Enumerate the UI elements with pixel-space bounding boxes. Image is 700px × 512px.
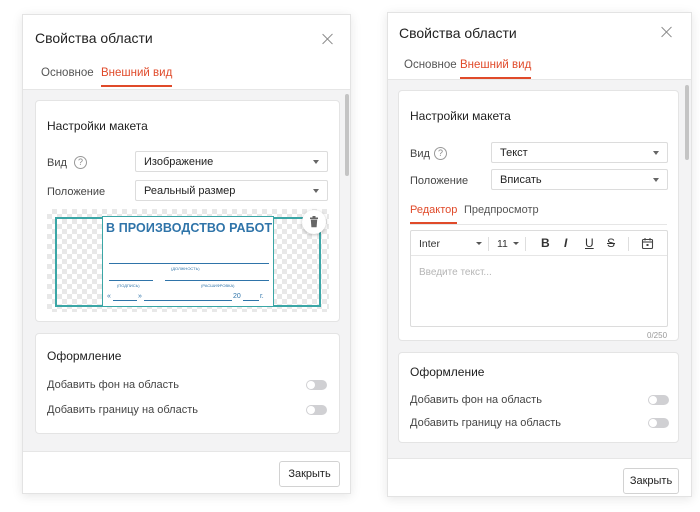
section-title: Настройки макета	[410, 109, 511, 123]
close-icon[interactable]	[661, 26, 673, 38]
trash-icon	[310, 216, 318, 228]
tab-preview[interactable]: Предпросмотр	[464, 204, 539, 222]
stamp-caption-position: (ДОЛЖНОСТЬ)	[171, 266, 200, 271]
position-select-value: Реальный размер	[144, 185, 236, 197]
position-select-value: Вписать	[500, 174, 542, 186]
toolbar-divider	[488, 237, 489, 251]
border-toggle-label: Добавить границу на область	[410, 417, 561, 429]
section-title: Оформление	[47, 349, 122, 363]
help-icon[interactable]: ?	[74, 156, 87, 169]
tab-appearance[interactable]: Внешний вид	[460, 59, 532, 79]
font-family-select[interactable]: Inter	[419, 238, 440, 250]
position-label: Положение	[410, 175, 469, 187]
footer-divider	[23, 451, 350, 452]
bg-toggle[interactable]	[306, 380, 327, 390]
tab-general[interactable]: Основное	[41, 67, 94, 85]
editor-toolbar: Inter 11 B I U S	[411, 231, 667, 256]
char-counter: 0/250	[647, 331, 668, 340]
position-select[interactable]: Вписать	[491, 169, 668, 190]
help-icon[interactable]: ?	[434, 147, 447, 160]
section-title: Оформление	[410, 365, 485, 379]
calendar-icon[interactable]	[641, 237, 654, 250]
stamp-year-suffix: г.	[260, 293, 264, 300]
stamp-date-close: »	[138, 293, 142, 300]
editor-placeholder[interactable]: Введите текст...	[419, 267, 492, 278]
stamp-caption-decoding: (РАСШИФРОВКА)	[201, 283, 235, 288]
layout-settings-card: Настройки макета Вид ? Изображение Полож…	[35, 100, 340, 322]
close-icon[interactable]	[322, 33, 334, 45]
chevron-down-icon	[313, 189, 319, 193]
chevron-down-icon	[653, 178, 659, 182]
stamp-year-prefix: 20	[233, 293, 241, 300]
layout-settings-card: Настройки макета Вид ? Текст Положение В…	[398, 90, 679, 341]
delete-image-button[interactable]	[302, 210, 326, 234]
subtabs-divider	[410, 224, 667, 225]
border-toggle[interactable]	[648, 418, 669, 428]
stamp-image: В ПРОИЗВОДСТВО РАБОТ (ДОЛЖНОСТЬ) (ПОДПИС…	[102, 216, 274, 307]
stamp-line	[165, 280, 269, 281]
dialog-body: Настройки макета Вид ? Текст Положение В…	[388, 80, 691, 458]
view-label: Вид	[47, 157, 67, 169]
stamp-line	[144, 300, 232, 301]
view-label: Вид	[410, 148, 430, 160]
tab-general[interactable]: Основное	[404, 59, 457, 77]
close-button[interactable]: Закрыть	[279, 461, 340, 487]
border-toggle[interactable]	[306, 405, 327, 415]
dialog-body: Настройки макета Вид ? Изображение Полож…	[23, 90, 350, 451]
border-toggle-label: Добавить границу на область	[47, 404, 198, 416]
bold-icon[interactable]: B	[541, 236, 550, 250]
tab-editor[interactable]: Редактор	[410, 204, 458, 224]
stamp-date-open: «	[107, 293, 111, 300]
toolbar-divider	[525, 237, 526, 251]
stamp-line	[113, 300, 137, 301]
bg-toggle-label: Добавить фон на область	[410, 394, 542, 406]
design-card: Оформление Добавить фон на область Добав…	[35, 333, 340, 434]
stamp-line	[109, 263, 269, 264]
stamp-caption-signature: (ПОДПИСЬ)	[117, 283, 140, 288]
italic-icon[interactable]: I	[564, 236, 567, 250]
stamp-heading: В ПРОИЗВОДСТВО РАБОТ	[106, 221, 273, 235]
bg-toggle[interactable]	[648, 395, 669, 405]
dialog-title: Свойства области	[399, 25, 517, 41]
close-button[interactable]: Закрыть	[623, 468, 679, 494]
view-select[interactable]: Изображение	[135, 151, 328, 172]
font-size-select[interactable]: 11	[497, 238, 508, 250]
area-properties-dialog-image: Свойства области Основное Внешний вид На…	[22, 14, 351, 494]
scrollbar[interactable]	[345, 94, 349, 176]
position-select[interactable]: Реальный размер	[135, 180, 328, 201]
area-properties-dialog-text: Свойства области Основное Внешний вид На…	[387, 12, 692, 497]
scrollbar[interactable]	[685, 85, 689, 160]
footer-divider	[388, 458, 691, 459]
image-preview: В ПРОИЗВОДСТВО РАБОТ (ДОЛЖНОСТЬ) (ПОДПИС…	[47, 209, 329, 312]
tab-appearance[interactable]: Внешний вид	[101, 67, 173, 87]
view-select-value: Изображение	[144, 156, 214, 168]
design-card: Оформление Добавить фон на область Добав…	[398, 352, 679, 443]
text-editor: Inter 11 B I U S Введите текст...	[410, 230, 668, 327]
toolbar-divider	[628, 237, 629, 251]
view-select-value: Текст	[500, 147, 528, 159]
chevron-down-icon	[476, 242, 482, 245]
section-title: Настройки макета	[47, 119, 148, 133]
underline-icon[interactable]: U	[585, 236, 594, 250]
bg-toggle-label: Добавить фон на область	[47, 379, 179, 391]
stamp-line	[243, 300, 259, 301]
stamp-line	[109, 280, 153, 281]
chevron-down-icon	[653, 151, 659, 155]
view-select[interactable]: Текст	[491, 142, 668, 163]
chevron-down-icon	[513, 242, 519, 245]
position-label: Положение	[47, 186, 106, 198]
dialog-title: Свойства области	[35, 30, 153, 46]
chevron-down-icon	[313, 160, 319, 164]
strikethrough-icon[interactable]: S	[607, 236, 615, 250]
